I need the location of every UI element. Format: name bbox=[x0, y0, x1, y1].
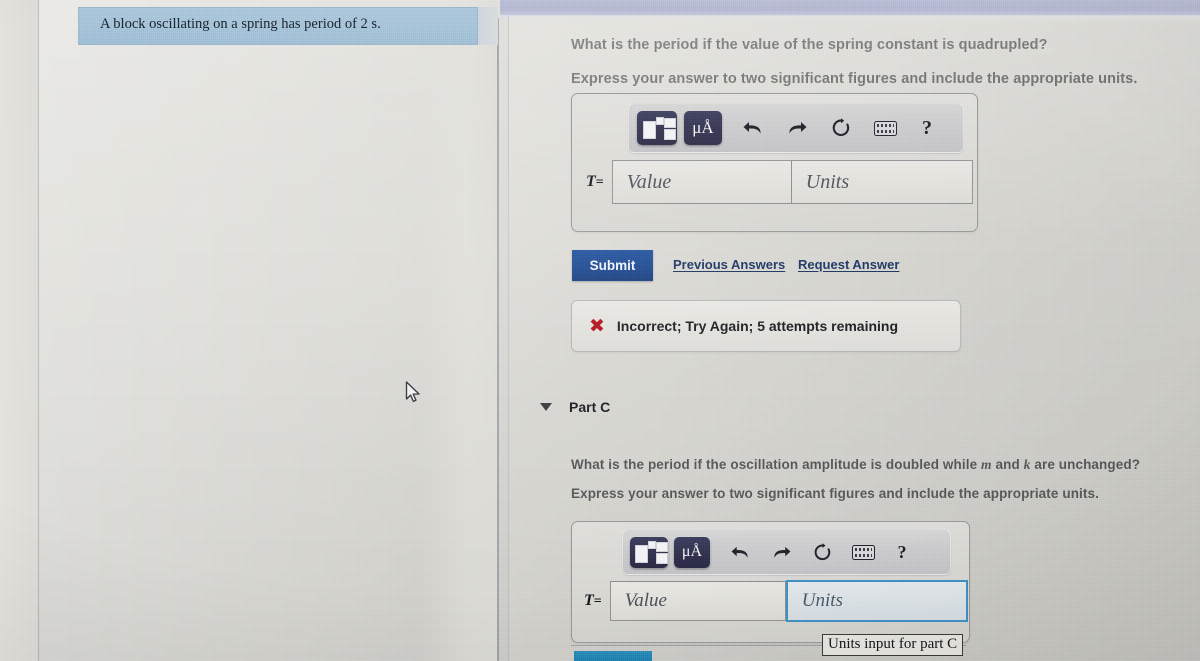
pane-divider-rule bbox=[497, 18, 499, 661]
template-glyph bbox=[643, 117, 676, 140]
mouse-cursor bbox=[405, 381, 422, 409]
units-glyph: μÅ bbox=[681, 542, 703, 560]
part-c-variable: T bbox=[584, 592, 594, 609]
part-b-value-input[interactable]: Value bbox=[611, 160, 792, 204]
part-b-previous-answers-link[interactable]: Previous Answers bbox=[673, 257, 785, 272]
keyboard-glyph bbox=[851, 544, 875, 560]
browser-top-band bbox=[500, 0, 1200, 16]
problem-statement-text: A block oscillating on a spring has peri… bbox=[100, 16, 381, 32]
help-glyph: ? bbox=[922, 116, 932, 139]
part-b-feedback-banner: ✖ Incorrect; Try Again; 5 attempts remai… bbox=[571, 300, 961, 352]
incorrect-x-icon: ✖ bbox=[589, 314, 605, 337]
keyboard-icon[interactable] bbox=[849, 537, 877, 568]
units-glyph: μÅ bbox=[692, 118, 714, 137]
part-b-variable: T bbox=[586, 173, 596, 190]
problem-statement-chip[interactable]: A block oscillating on a spring has peri… bbox=[78, 7, 478, 45]
part-b-units-input[interactable]: Units bbox=[791, 160, 973, 204]
part-c-units-placeholder: Units bbox=[801, 590, 843, 611]
redo-arrow-icon[interactable] bbox=[782, 111, 812, 145]
part-c-header[interactable]: Part C bbox=[540, 399, 610, 415]
collapse-triangle-icon[interactable] bbox=[540, 403, 552, 411]
keyboard-icon[interactable] bbox=[870, 111, 900, 145]
reset-circle-icon[interactable] bbox=[808, 537, 836, 568]
part-c-label: Part C bbox=[569, 399, 611, 415]
part-b-equation-label: T= bbox=[586, 173, 604, 191]
part-b-input-row: T= Value Units bbox=[586, 160, 973, 204]
left-divider-rule bbox=[38, 0, 39, 661]
part-b-equals: = bbox=[595, 175, 604, 190]
micro-angstrom-units-icon[interactable]: μÅ bbox=[684, 111, 722, 145]
part-b-value-placeholder: Value bbox=[626, 170, 672, 193]
problem-chip-tail bbox=[478, 7, 498, 45]
mid-gutter-column bbox=[420, 0, 498, 661]
keyboard-glyph bbox=[873, 120, 897, 136]
part-b-units-placeholder: Units bbox=[805, 170, 850, 193]
part-b-answer-box: μÅ ? T= Value Units bbox=[571, 93, 978, 232]
part-c-units-input[interactable]: Units bbox=[785, 580, 968, 622]
undo-arrow-icon[interactable] bbox=[726, 537, 754, 568]
part-c-value-input[interactable]: Value bbox=[609, 581, 786, 621]
part-c-equals: = bbox=[593, 594, 602, 609]
help-glyph: ? bbox=[897, 541, 907, 562]
part-c-math-toolbar: μÅ ? bbox=[622, 529, 951, 575]
help-question-icon[interactable]: ? bbox=[914, 111, 940, 145]
redo-arrow-icon[interactable] bbox=[767, 537, 795, 568]
part-c-equation-label: T= bbox=[584, 592, 602, 610]
part-b-feedback-text: Incorrect; Try Again; 5 attempts remaini… bbox=[616, 318, 899, 334]
micro-angstrom-units-icon[interactable]: μÅ bbox=[674, 536, 710, 568]
math-template-icon[interactable] bbox=[630, 536, 668, 568]
part-c-value-placeholder: Value bbox=[624, 590, 667, 611]
reset-circle-icon[interactable] bbox=[826, 111, 856, 145]
screen-photo: A block oscillating on a spring has peri… bbox=[0, 0, 1200, 661]
undo-arrow-icon[interactable] bbox=[738, 111, 768, 145]
help-question-icon[interactable]: ? bbox=[890, 537, 914, 568]
template-glyph bbox=[635, 541, 668, 564]
part-c-input-row: T= Value Units bbox=[584, 580, 968, 622]
part-b-submit-button[interactable]: Submit bbox=[572, 250, 653, 281]
part-b-request-answer-link[interactable]: Request Answer bbox=[798, 257, 899, 272]
units-input-tooltip: Units input for part C bbox=[822, 634, 964, 656]
part-c-submit-button[interactable] bbox=[574, 651, 652, 661]
part-c-answer-box: μÅ ? T= Value Units bbox=[571, 521, 970, 643]
left-margin-column bbox=[0, 0, 38, 661]
math-template-icon[interactable] bbox=[637, 111, 677, 145]
part-b-math-toolbar: μÅ ? bbox=[628, 103, 964, 153]
